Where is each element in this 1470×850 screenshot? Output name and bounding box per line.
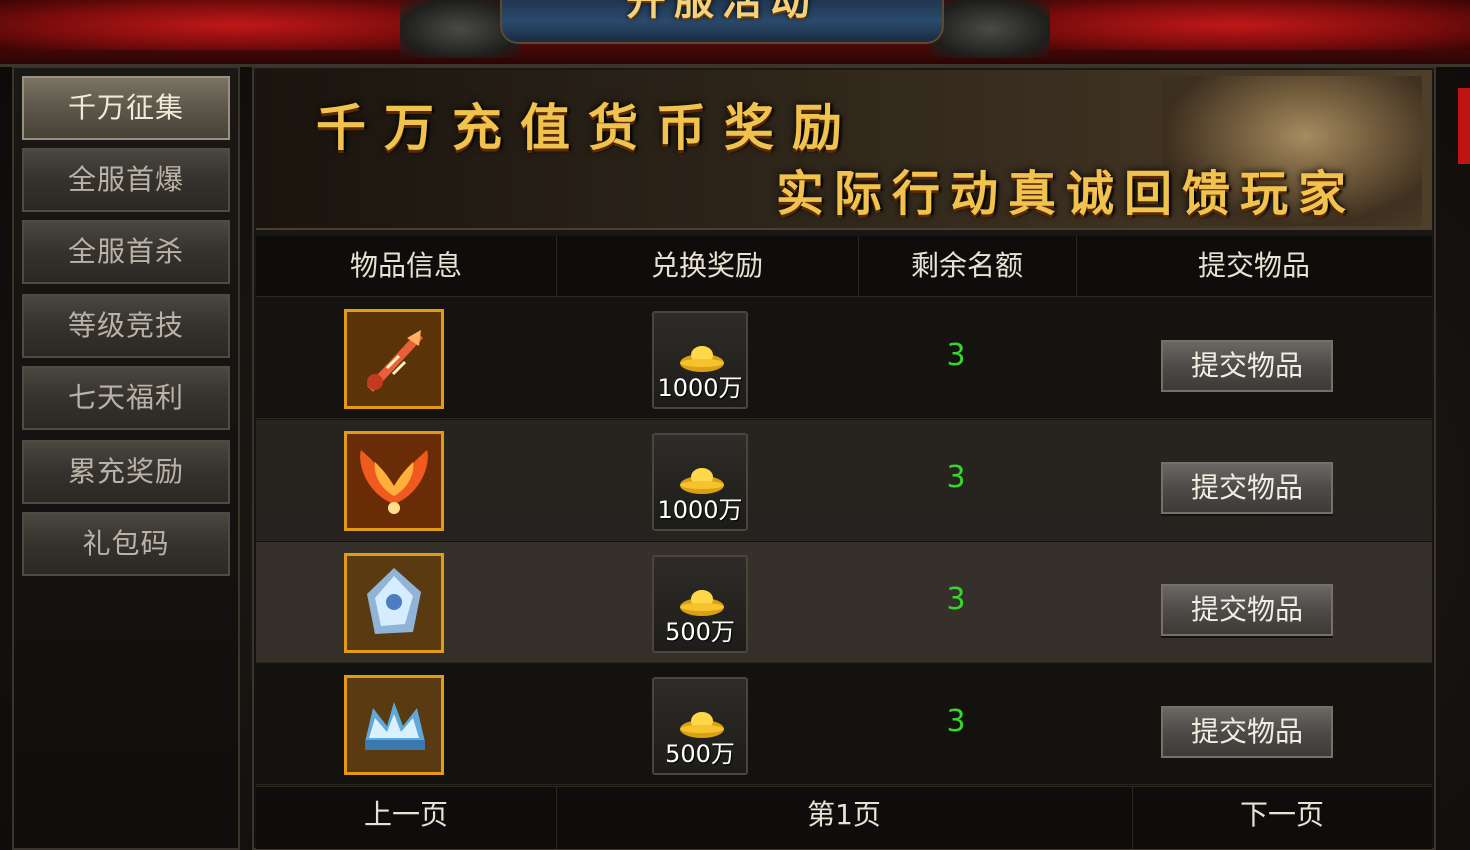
remaining-count: 3 — [946, 582, 966, 617]
red-drape-right — [1000, 0, 1470, 50]
phoenix-wings-icon[interactable] — [344, 431, 444, 531]
remaining-count: 3 — [946, 460, 966, 495]
event-banner: 千万充值货币奖励 实际行动真诚回馈玩家 — [256, 70, 1432, 230]
reward-amount: 500万 — [665, 618, 735, 646]
banner-headline: 千万充值货币奖励 — [316, 98, 860, 157]
sidebar-item-gift-code[interactable]: 礼包码 — [22, 512, 230, 576]
page-indicator: 第1页 — [556, 787, 1133, 849]
sidebar: 千万征集 全服首爆 全服首杀 等级竞技 七天福利 累充奖励 礼包码 — [12, 66, 240, 850]
reward-slot[interactable]: 500万 — [652, 677, 748, 775]
top-header: 开服活动 — [0, 0, 1470, 67]
table-row: 1000万 3 提交物品 — [256, 298, 1432, 419]
column-header-reward: 兑换奖励 — [556, 236, 859, 296]
close-tab-edge[interactable] — [1458, 88, 1470, 164]
sidebar-item-collection[interactable]: 千万征集 — [22, 76, 230, 140]
column-header-submit: 提交物品 — [1197, 249, 1310, 282]
crystal-icon[interactable] — [344, 553, 444, 653]
table-row: 500万 3 提交物品 — [256, 664, 1432, 785]
sword-icon[interactable] — [344, 309, 444, 409]
crown-icon[interactable] — [344, 675, 444, 775]
submit-item-button[interactable]: 提交物品 — [1161, 584, 1333, 636]
column-header-remaining: 剩余名额 — [858, 236, 1077, 296]
reward-amount: 1000万 — [657, 374, 743, 402]
main-panel: 千万充值货币奖励 实际行动真诚回馈玩家 物品信息 兑换奖励 剩余名额 提交物品 — [252, 66, 1436, 850]
next-page-button[interactable]: 下一页 — [1132, 787, 1432, 849]
reward-slot[interactable]: 1000万 — [652, 311, 748, 409]
game-window: 开服活动 千万征集 全服首爆 全服首杀 等级竞技 七天福利 累充奖励 礼包码 千… — [0, 0, 1470, 850]
table-row: 1000万 3 提交物品 — [256, 420, 1432, 541]
submit-item-button[interactable]: 提交物品 — [1161, 462, 1333, 514]
sidebar-item-first-kill[interactable]: 全服首杀 — [22, 220, 230, 284]
reward-amount: 1000万 — [657, 496, 743, 524]
remaining-count: 3 — [946, 338, 966, 373]
remaining-count: 3 — [946, 704, 966, 739]
dragon-ornament-right-icon — [930, 0, 1050, 58]
reward-amount: 500万 — [665, 740, 735, 768]
column-header-item: 物品信息 — [256, 236, 557, 296]
sidebar-item-recharge-reward[interactable]: 累充奖励 — [22, 440, 230, 504]
submit-item-button[interactable]: 提交物品 — [1161, 706, 1333, 758]
table-row: 500万 3 提交物品 — [256, 542, 1432, 663]
table-header: 物品信息 兑换奖励 剩余名额 提交物品 — [256, 236, 1432, 297]
reward-slot[interactable]: 500万 — [652, 555, 748, 653]
sidebar-item-seven-day[interactable]: 七天福利 — [22, 366, 230, 430]
banner-subline: 实际行动真诚回馈玩家 — [776, 166, 1357, 222]
submit-item-button[interactable]: 提交物品 — [1161, 340, 1333, 392]
title-plate: 开服活动 — [500, 0, 944, 44]
page-title: 开服活动 — [626, 0, 818, 24]
pagination: 上一页 第1页 下一页 — [256, 786, 1432, 849]
sidebar-item-level-race[interactable]: 等级竞技 — [22, 294, 230, 358]
prev-page-button[interactable]: 上一页 — [256, 787, 557, 849]
reward-slot[interactable]: 1000万 — [652, 433, 748, 531]
sidebar-item-first-drop[interactable]: 全服首爆 — [22, 148, 230, 212]
